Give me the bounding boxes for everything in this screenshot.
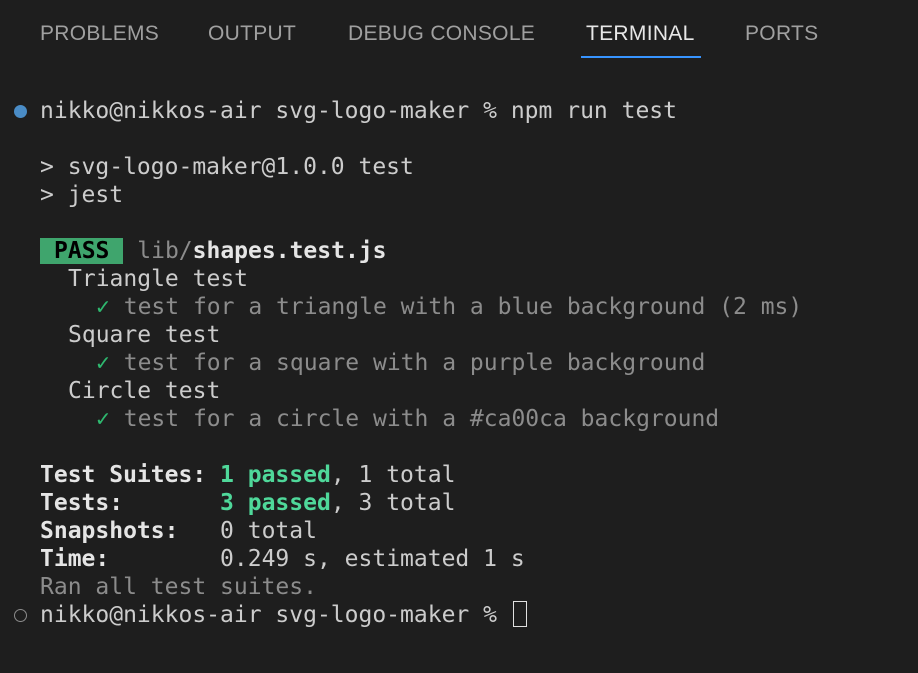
- summary-passed: 1 passed: [220, 462, 331, 488]
- terminal-panel: PROBLEMS OUTPUT DEBUG CONSOLE TERMINAL P…: [0, 0, 918, 673]
- prompt-text: nikko@nikkos-air svg-logo-maker %: [40, 602, 497, 628]
- command-decoration-done-icon[interactable]: [14, 105, 27, 118]
- terminal-cursor: [512, 601, 527, 627]
- terminal-output[interactable]: nikko@nikkos-air svg-logo-maker % npm ru…: [0, 0, 918, 673]
- test-result: ✓ test for a circle with a #ca00ca backg…: [96, 405, 719, 433]
- test-description: test for a circle with a #ca00ca backgro…: [123, 406, 720, 432]
- summary-snapshots: Snapshots: 0 total: [40, 517, 317, 545]
- check-icon: ✓: [96, 350, 110, 376]
- summary-test-suites: Test Suites: 1 passed, 1 total: [40, 461, 455, 489]
- command-decoration-idle-icon[interactable]: [14, 609, 27, 622]
- test-description: test for a triangle with a blue backgrou…: [123, 294, 803, 320]
- summary-total: , 3 total: [330, 490, 456, 516]
- command-line: nikko@nikkos-air svg-logo-maker % npm ru…: [40, 97, 677, 125]
- script-line-2: > jest: [40, 182, 124, 208]
- pass-line: PASS lib/shapes.test.js: [40, 237, 387, 265]
- summary-label: Snapshots:: [40, 518, 179, 544]
- test-file: shapes.test.js: [192, 238, 387, 264]
- command-text: npm run test: [510, 98, 677, 124]
- prompt-text: nikko@nikkos-air svg-logo-maker %: [40, 98, 497, 124]
- check-icon: ✓: [96, 406, 110, 432]
- summary-label: Test Suites:: [40, 462, 207, 488]
- suite-name: Circle test: [68, 378, 221, 404]
- test-description: test for a square with a purple backgrou…: [123, 350, 706, 376]
- summary-value: 0.249 s, estimated 1 s: [220, 546, 525, 572]
- check-icon: ✓: [96, 294, 110, 320]
- test-result: ✓ test for a square with a purple backgr…: [96, 349, 705, 377]
- suite-name: Square test: [68, 322, 221, 348]
- final-prompt-line: nikko@nikkos-air svg-logo-maker %: [40, 601, 527, 629]
- summary-time: Time: 0.249 s, estimated 1 s: [40, 545, 525, 573]
- summary-passed: 3 passed: [220, 490, 331, 516]
- test-dir: lib/: [137, 238, 193, 264]
- ran-all-message: Ran all test suites.: [40, 574, 317, 600]
- summary-value: 0 total: [220, 518, 317, 544]
- pass-badge: PASS: [40, 238, 124, 264]
- summary-label: Tests:: [40, 490, 124, 516]
- test-result: ✓ test for a triangle with a blue backgr…: [96, 293, 802, 321]
- summary-tests: Tests: 3 passed, 3 total: [40, 489, 455, 517]
- summary-total: , 1 total: [330, 462, 456, 488]
- summary-label: Time:: [40, 546, 110, 572]
- script-line-1: > svg-logo-maker@1.0.0 test: [40, 154, 414, 180]
- suite-name: Triangle test: [68, 266, 249, 292]
